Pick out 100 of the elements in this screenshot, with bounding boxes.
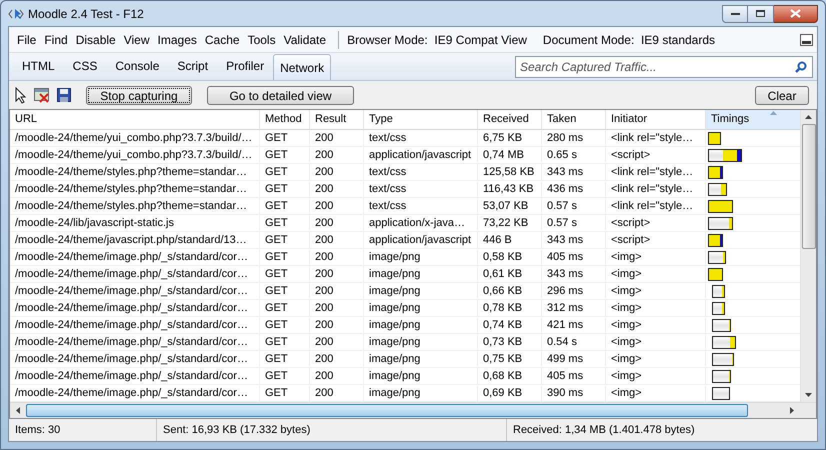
timing-bar xyxy=(708,200,733,212)
timing-bar xyxy=(708,182,727,196)
clear-button[interactable]: Clear xyxy=(755,86,809,104)
timing-bar xyxy=(712,318,731,332)
menu-item[interactable]: Find xyxy=(40,30,72,48)
table-cell: <img> xyxy=(606,334,706,350)
timing-bar xyxy=(712,336,736,348)
table-cell: GET xyxy=(260,317,310,333)
menu-item[interactable]: View xyxy=(120,30,154,48)
menu-item[interactable]: Images xyxy=(154,30,201,48)
tab[interactable]: Console xyxy=(106,54,168,78)
table-cell: application/x-java… xyxy=(364,215,478,231)
table-cell: GET xyxy=(260,164,310,180)
table-cell: image/png xyxy=(364,300,478,316)
column-header[interactable]: URL xyxy=(10,110,260,129)
window-title: Moodle 2.4 Test - F12 xyxy=(28,6,144,22)
mode-menu[interactable]: Browser Mode: IE9 Compat View xyxy=(347,30,527,48)
table-cell: 200 xyxy=(310,385,364,401)
timing-bar xyxy=(708,234,723,246)
table-cell: 0.54 s xyxy=(542,334,606,350)
table-cell: image/png xyxy=(364,266,478,282)
detailed-view-button[interactable]: Go to detailed view xyxy=(207,86,354,104)
table-cell: 53,07 KB xyxy=(478,198,542,214)
table-cell: <img> xyxy=(606,300,706,316)
table-cell: image/png xyxy=(364,334,478,350)
menu-item[interactable]: Tools xyxy=(244,30,280,48)
search-field[interactable]: Search Captured Traffic... xyxy=(515,56,813,78)
scroll-left-icon[interactable] xyxy=(16,407,20,414)
table-cell: 296 ms xyxy=(542,283,606,299)
table-cell: /moodle-24/theme/image.php/_s/standard/cor… xyxy=(10,249,260,265)
table-cell: 200 xyxy=(310,368,364,384)
table-cell: text/css xyxy=(364,181,478,197)
table-cell: text/css xyxy=(364,130,478,146)
menu-item[interactable]: Validate xyxy=(280,30,330,48)
scroll-up-icon[interactable] xyxy=(805,115,812,119)
table-cell: 0,68 KB xyxy=(478,368,542,384)
table-cell: /moodle-24/theme/yui_combo.php?3.7.3/build/… xyxy=(10,130,260,146)
table-cell: /moodle-24/theme/image.php/_s/standard/cor… xyxy=(10,317,260,333)
timing-bar xyxy=(708,268,723,280)
horizontal-scrollbar[interactable] xyxy=(10,402,816,418)
scrollbar-thumb[interactable] xyxy=(26,404,748,417)
table-cell: image/png xyxy=(364,283,478,299)
timing-bar xyxy=(708,132,721,144)
timing-bar xyxy=(708,166,723,178)
table-cell: 200 xyxy=(310,266,364,282)
table-cell: <img> xyxy=(606,317,706,333)
tab[interactable]: HTML xyxy=(13,54,64,78)
vertical-scrollbar[interactable] xyxy=(800,110,816,402)
table-cell: 0,74 MB xyxy=(478,147,542,163)
sort-arrow-icon xyxy=(770,111,777,115)
table-cell: /moodle-24/theme/image.php/_s/standard/cor… xyxy=(10,300,260,316)
close-button[interactable] xyxy=(774,4,818,22)
table-cell: <link rel="style… xyxy=(606,130,706,146)
column-header[interactable]: Timings xyxy=(706,110,800,129)
clear-cache-icon[interactable] xyxy=(34,88,50,102)
maximize-button[interactable] xyxy=(748,4,774,22)
table-cell: 200 xyxy=(310,181,364,197)
table-cell: <link rel="style… xyxy=(606,198,706,214)
save-icon[interactable] xyxy=(57,88,71,102)
table-cell: 200 xyxy=(310,164,364,180)
table-cell: <script> xyxy=(606,232,706,248)
table-cell: 0,73 KB xyxy=(478,334,542,350)
table-cell: text/css xyxy=(364,198,478,214)
tab[interactable]: CSS xyxy=(64,54,106,78)
table-cell: <img> xyxy=(606,368,706,384)
table-cell: 125,58 KB xyxy=(478,164,542,180)
table-cell: image/png xyxy=(364,385,478,401)
search-icon[interactable] xyxy=(795,61,807,73)
table-cell: image/png xyxy=(364,249,478,265)
table-cell: 421 ms xyxy=(542,317,606,333)
tab[interactable]: Script xyxy=(168,54,218,78)
table-cell: application/javascript xyxy=(364,147,478,163)
tab[interactable]: Profiler xyxy=(217,54,274,78)
scroll-right-icon[interactable] xyxy=(790,407,794,414)
table-cell: 0,75 KB xyxy=(478,351,542,367)
column-header[interactable]: Type xyxy=(364,110,478,129)
scrollbar-thumb[interactable] xyxy=(802,124,816,249)
table-cell: 312 ms xyxy=(542,300,606,316)
column-header[interactable]: Result xyxy=(310,110,364,129)
stop-capturing-button[interactable]: Stop capturing xyxy=(86,86,192,104)
table-cell: <script> xyxy=(606,147,706,163)
menu-item[interactable]: File xyxy=(13,30,40,48)
table-cell: image/png xyxy=(364,317,478,333)
menu-item[interactable]: Disable xyxy=(72,30,120,48)
table-cell: 0.57 s xyxy=(542,198,606,214)
table-cell: 0.65 s xyxy=(542,147,606,163)
menu-item[interactable]: Cache xyxy=(200,30,244,48)
column-header[interactable]: Received xyxy=(478,110,542,129)
timing-bar xyxy=(708,250,726,264)
pointer-icon[interactable] xyxy=(15,86,27,104)
tab[interactable]: Network xyxy=(273,54,332,80)
table-cell: /moodle-24/theme/javascript.php/standard/13… xyxy=(10,232,260,248)
dock-button[interactable] xyxy=(800,34,813,46)
mode-menu[interactable]: Document Mode: IE9 standards xyxy=(542,30,716,48)
column-header[interactable]: Taken xyxy=(542,110,606,129)
scroll-down-icon[interactable] xyxy=(805,393,812,397)
column-header[interactable]: Method xyxy=(260,110,310,129)
table-cell: text/css xyxy=(364,164,478,180)
table-cell: GET xyxy=(260,266,310,282)
minimize-button[interactable] xyxy=(722,4,748,22)
